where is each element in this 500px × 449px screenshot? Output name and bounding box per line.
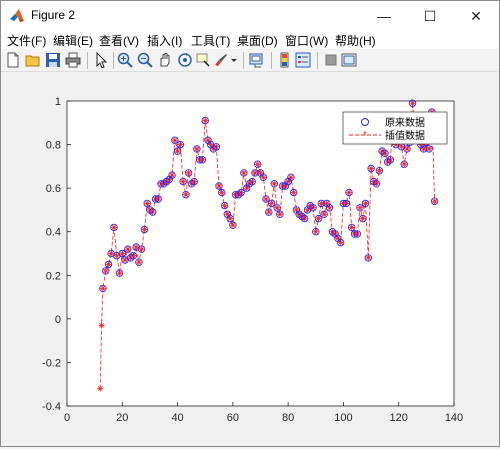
maximize-button[interactable]: ☐ (407, 1, 453, 31)
x-tick-label: 100 (334, 412, 352, 424)
toolbar-separator (113, 52, 114, 69)
toolbar-separator (271, 52, 272, 69)
menu-desktop[interactable]: 桌面(D) (237, 32, 278, 49)
figure-window: Figure 2 — ☐ ✕ 文件(F) 编辑(E) 查看(V) 插入(I) 工… (0, 0, 500, 447)
zoom-in-icon[interactable] (117, 52, 133, 68)
x-tick-label: 80 (282, 412, 294, 424)
menu-bar: 文件(F) 编辑(E) 查看(V) 插入(I) 工具(T) 桌面(D) 窗口(W… (1, 31, 499, 49)
brush-icon[interactable] (213, 52, 229, 68)
menu-tools[interactable]: 工具(T) (191, 32, 230, 49)
x-tick-label: 120 (390, 412, 408, 424)
menu-insert[interactable]: 插入(I) (147, 32, 182, 49)
y-tick-label: -0.2 (42, 357, 61, 369)
rotate-3d-icon[interactable] (177, 52, 193, 68)
legend-icon[interactable] (295, 52, 311, 68)
legend-label-original: 原来数据 (385, 116, 425, 129)
x-tick-label: 140 (445, 412, 463, 424)
y-tick-label: 0.4 (46, 227, 61, 239)
y-tick-label: 1 (55, 96, 61, 108)
hide-plot-tools-icon[interactable] (323, 52, 339, 68)
matlab-logo-icon (10, 9, 24, 22)
menu-help[interactable]: 帮助(H) (335, 32, 376, 49)
show-plot-tools-icon[interactable] (341, 52, 357, 68)
save-icon[interactable] (45, 52, 61, 68)
figure-canvas: 0 20 40 60 80 100 120 140 -0.4 -0.2 0 0.2 0.4 0.6 0.8… (1, 72, 499, 446)
y-tick-label: 0.6 (46, 183, 61, 195)
menu-file[interactable]: 文件(F) (7, 32, 46, 49)
y-tick-label: -0.4 (42, 401, 61, 413)
minimize-button[interactable]: — (361, 1, 407, 31)
pan-icon[interactable] (157, 52, 173, 68)
data-cursor-icon[interactable] (195, 52, 211, 68)
y-tick-label: 0.2 (46, 270, 61, 282)
plot-svg: 0 20 40 60 80 100 120 140 -0.4 -0.2 0 0.2 0.4 0.6 0.8… (42, 96, 463, 424)
open-file-icon[interactable] (25, 52, 41, 68)
x-tick-label: 0 (64, 412, 70, 424)
toolbar-separator (317, 52, 318, 69)
menu-window[interactable]: 窗口(W) (285, 32, 328, 49)
x-tick-label: 40 (171, 412, 183, 424)
close-button[interactable]: ✕ (453, 1, 499, 31)
toolbar-separator (243, 52, 244, 69)
zoom-out-icon[interactable] (137, 52, 153, 68)
menu-edit[interactable]: 编辑(E) (53, 32, 93, 49)
colorbar-icon[interactable] (277, 52, 293, 68)
legend-label-interp: 插值数据 (385, 129, 425, 142)
window-title: Figure 2 (31, 8, 76, 22)
legend[interactable]: 原来数据 * 插值数据 (342, 111, 448, 145)
pointer-icon[interactable] (93, 52, 109, 68)
dropdown-arrow-icon[interactable] (229, 52, 239, 68)
menu-view[interactable]: 查看(V) (99, 32, 139, 49)
x-tick-label: 60 (227, 412, 239, 424)
y-tick-label: 0 (55, 314, 61, 326)
x-tick-label: 20 (116, 412, 128, 424)
link-plot-icon[interactable] (249, 52, 265, 68)
title-bar: Figure 2 — ☐ ✕ (1, 1, 499, 31)
y-tick-label: 0.8 (46, 140, 61, 152)
new-figure-icon[interactable] (5, 52, 21, 68)
legend-asterisk-marker-icon: * (363, 130, 367, 141)
toolbar (1, 49, 499, 72)
print-icon[interactable] (65, 52, 81, 68)
toolbar-separator (87, 52, 88, 69)
